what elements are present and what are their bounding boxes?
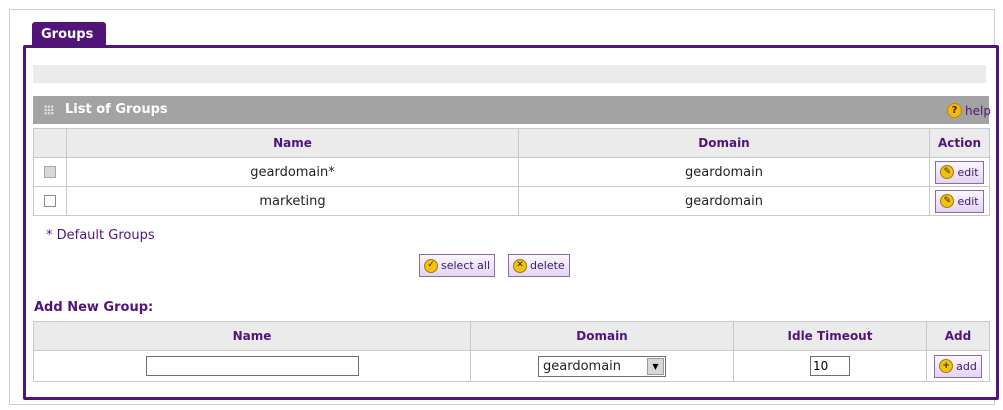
select-all-label: select all	[441, 259, 491, 272]
table-row: geardomain* geardomain ✎ edit	[33, 157, 990, 187]
section-title: List of Groups	[65, 102, 168, 117]
help-link[interactable]: ? help	[947, 103, 991, 118]
column-header-domain: Domain	[470, 321, 734, 351]
table-row: marketing geardomain ✎ edit	[33, 186, 990, 216]
tab-label: Groups	[41, 27, 94, 42]
table-row: geardomain ▼ + add	[33, 350, 990, 382]
check-icon: ✓	[424, 258, 438, 273]
domain-select[interactable]: geardomain ▼	[538, 355, 666, 377]
delete-button[interactable]: ✕ delete	[508, 254, 570, 277]
edit-label: edit	[957, 194, 979, 208]
row-checkbox	[44, 166, 56, 178]
row-checkbox[interactable]	[44, 195, 56, 207]
group-name-cell: geardomain*	[66, 157, 519, 187]
help-label: help	[965, 103, 991, 118]
groups-table: Name Domain Action geardomain* geardomai…	[33, 128, 990, 216]
table-header-row: Name Domain Action	[33, 128, 990, 158]
group-domain-cell: geardomain	[518, 186, 930, 216]
add-cell: + add	[926, 350, 990, 382]
edit-button[interactable]: ✎ edit	[935, 189, 984, 213]
column-header-action: Action	[929, 128, 990, 158]
row-select-cell	[33, 186, 67, 216]
column-header-domain: Domain	[518, 128, 930, 158]
action-cell: ✎ edit	[929, 186, 990, 216]
add-button[interactable]: + add	[934, 354, 982, 378]
group-name-input[interactable]	[145, 356, 359, 376]
column-header-idle-timeout: Idle Timeout	[733, 321, 927, 351]
add-label: add	[956, 359, 977, 373]
column-header-add: Add	[926, 321, 990, 351]
grid-icon	[44, 105, 54, 115]
domain-selected-value: geardomain	[543, 358, 622, 374]
chevron-down-icon: ▼	[647, 357, 664, 375]
question-icon: ?	[947, 103, 963, 118]
default-groups-note: * Default Groups	[46, 228, 155, 243]
list-actions: ✓ select all ✕ delete	[419, 254, 570, 277]
delete-label: delete	[530, 259, 565, 272]
pencil-icon: ✎	[940, 194, 955, 208]
x-circle-icon: ✕	[513, 258, 528, 273]
list-of-groups-header: List of Groups ? help	[33, 96, 991, 124]
row-select-cell	[33, 157, 67, 187]
add-group-table: Name Domain Idle Timeout Add geardomain …	[33, 321, 990, 382]
select-all-button[interactable]: ✓ select all	[419, 254, 496, 277]
edit-label: edit	[957, 165, 979, 179]
column-header-name: Name	[33, 321, 471, 351]
action-cell: ✎ edit	[929, 157, 990, 187]
domain-select-cell: geardomain ▼	[470, 350, 734, 382]
group-name-cell: marketing	[66, 186, 519, 216]
name-input-cell	[33, 350, 471, 382]
pencil-icon: ✎	[940, 165, 955, 179]
idle-timeout-cell	[733, 350, 927, 382]
group-domain-cell: geardomain	[518, 157, 930, 187]
column-header-name: Name	[66, 128, 519, 158]
table-header-row: Name Domain Idle Timeout Add	[33, 321, 990, 351]
idle-timeout-input[interactable]	[810, 356, 850, 376]
edit-button[interactable]: ✎ edit	[935, 160, 984, 184]
message-bar	[33, 65, 986, 83]
add-new-group-title: Add New Group:	[34, 300, 154, 315]
plus-icon: +	[939, 359, 954, 373]
column-header-select	[33, 128, 67, 158]
